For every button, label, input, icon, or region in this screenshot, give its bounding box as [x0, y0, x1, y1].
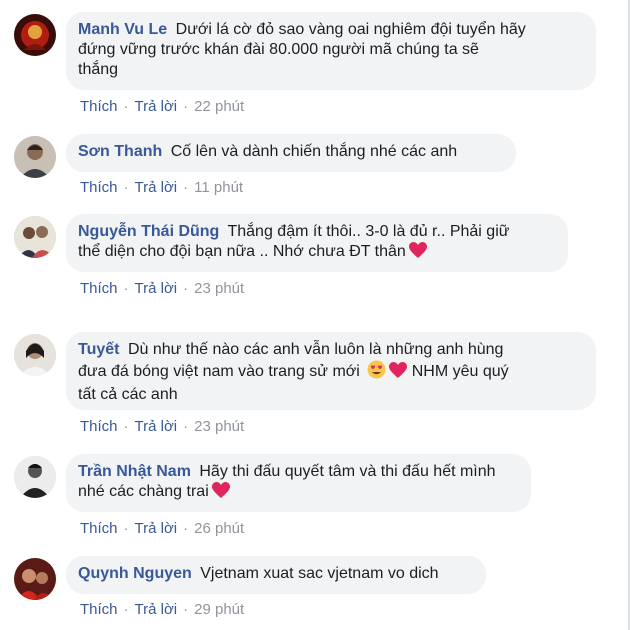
- comment-time[interactable]: 11 phút: [194, 179, 243, 196]
- comment-text: đưa đá bóng việt nam vào trang sử mới: [78, 363, 360, 380]
- comment-actions: Thích · Trả lời · 29 phút: [80, 601, 244, 618]
- reply-link[interactable]: Trả lời: [135, 418, 178, 435]
- comment-bubble: Nguyễn Thái Dũng Thắng đậm ít thôi.. 3-0…: [66, 214, 568, 272]
- avatar[interactable]: [14, 216, 56, 258]
- comment-text: Thắng đậm ít thôi.. 3-0 là đủ r.. Phải g…: [227, 223, 510, 240]
- comment-time[interactable]: 29 phút: [194, 601, 244, 618]
- separator: ·: [183, 601, 189, 618]
- like-link[interactable]: Thích: [80, 418, 118, 435]
- comment-actions: Thích · Trả lời · 11 phút: [80, 179, 243, 196]
- comment-actions: Thích · Trả lời · 22 phút: [80, 98, 244, 115]
- comment-author[interactable]: Nguyễn Thái Dũng: [78, 223, 219, 240]
- comment-time[interactable]: 26 phút: [194, 520, 244, 537]
- separator: ·: [183, 98, 189, 115]
- avatar[interactable]: [14, 136, 56, 178]
- comment-author[interactable]: Manh Vu Le: [78, 21, 167, 38]
- comment-text: đứng vững trước khán đài 80.000 người mã…: [78, 41, 479, 58]
- comment-text: Cố lên và dành chiến thắng nhé các anh: [170, 143, 458, 160]
- comment-author[interactable]: Quynh Nguyen: [78, 565, 192, 582]
- separator: ·: [183, 418, 189, 435]
- separator: ·: [123, 520, 129, 537]
- comment-actions: Thích · Trả lời · 23 phút: [80, 418, 244, 435]
- like-link[interactable]: Thích: [80, 520, 118, 537]
- comment-text: NHM yêu quý: [411, 363, 509, 380]
- separator: ·: [123, 601, 129, 618]
- reply-link[interactable]: Trả lời: [135, 520, 178, 537]
- comment-text: tất cả các anh: [78, 386, 178, 403]
- comment-text: nhé các chàng trai: [78, 483, 209, 500]
- heart-emoji-icon: [389, 362, 408, 379]
- reply-link[interactable]: Trả lời: [135, 98, 178, 115]
- comment-text: Dù như thế nào các anh vẫn luôn là những…: [127, 341, 504, 358]
- like-link[interactable]: Thích: [80, 179, 118, 196]
- separator: ·: [183, 179, 189, 196]
- comment-actions: Thích · Trả lời · 26 phút: [80, 520, 244, 537]
- avatar[interactable]: [14, 14, 56, 56]
- comment-time[interactable]: 23 phút: [194, 418, 244, 435]
- comment-time[interactable]: 23 phút: [194, 280, 244, 297]
- comment-actions: Thích · Trả lời · 23 phút: [80, 280, 244, 297]
- heart-emoji-icon: [211, 482, 230, 499]
- avatar[interactable]: [14, 334, 56, 376]
- comment-bubble: Trần Nhật Nam Hãy thi đấu quyết tâm và t…: [66, 454, 531, 512]
- comment-author[interactable]: Sơn Thanh: [78, 143, 162, 160]
- comment-bubble: Manh Vu Le Dưới lá cờ đỏ sao vàng oai ng…: [66, 12, 596, 90]
- like-link[interactable]: Thích: [80, 280, 118, 297]
- reply-link[interactable]: Trả lời: [135, 179, 178, 196]
- comment-text: Dưới lá cờ đỏ sao vàng oai nghiêm đội tu…: [175, 21, 526, 38]
- reply-link[interactable]: Trả lời: [135, 280, 178, 297]
- heart-eyes-emoji-icon: [367, 360, 386, 385]
- like-link[interactable]: Thích: [80, 98, 118, 115]
- comment-text: thể diện cho đội bạn nữa .. Nhớ chưa ĐT …: [78, 243, 406, 260]
- avatar[interactable]: [14, 558, 56, 600]
- comment-bubble: Sơn Thanh Cố lên và dành chiến thắng nhé…: [66, 134, 516, 172]
- comment-text: thắng: [78, 61, 119, 78]
- like-link[interactable]: Thích: [80, 601, 118, 618]
- comment-text: Hãy thi đấu quyết tâm và thi đấu hết mìn…: [199, 463, 496, 480]
- comment-bubble: Quynh Nguyen Vjetnam xuat sac vjetnam vo…: [66, 556, 486, 594]
- separator: ·: [123, 280, 129, 297]
- avatar[interactable]: [14, 456, 56, 498]
- heart-emoji-icon: [408, 242, 427, 259]
- separator: ·: [183, 520, 189, 537]
- reply-link[interactable]: Trả lời: [135, 601, 178, 618]
- separator: ·: [123, 98, 129, 115]
- comment-bubble: Tuyết Dù như thế nào các anh vẫn luôn là…: [66, 332, 596, 410]
- separator: ·: [123, 179, 129, 196]
- comment-text: Vjetnam xuat sac vjetnam vo dich: [200, 565, 439, 582]
- comment-time[interactable]: 22 phút: [194, 98, 244, 115]
- comment-author[interactable]: Trần Nhật Nam: [78, 463, 191, 480]
- comment-author[interactable]: Tuyết: [78, 341, 119, 358]
- separator: ·: [183, 280, 189, 297]
- separator: ·: [123, 418, 129, 435]
